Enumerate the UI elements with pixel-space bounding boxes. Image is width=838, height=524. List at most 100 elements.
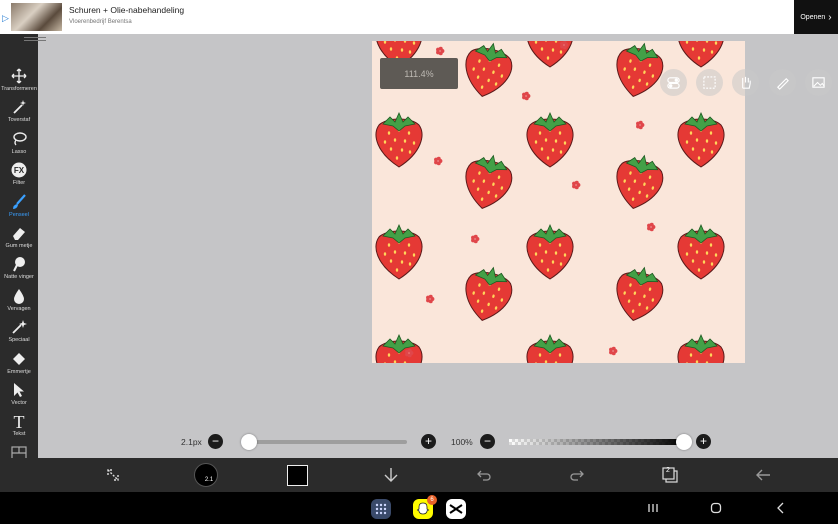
ad-banner[interactable]: ▷ Schuren + Olie-nabehandeling Vloerenbe… (0, 0, 838, 34)
undo-icon (477, 470, 491, 481)
paint-bucket-icon (13, 352, 25, 365)
blur-drop-icon (14, 288, 24, 304)
flower-dot (636, 120, 645, 130)
tool-penseel[interactable]: Penseel (0, 192, 38, 223)
strawberry (616, 266, 664, 321)
chevron-right-icon: › (828, 11, 832, 23)
tool-gum-metje[interactable]: Gum metje (0, 223, 38, 254)
ruler-button[interactable] (769, 69, 796, 96)
strawberry (616, 154, 664, 209)
system-back-icon[interactable] (773, 500, 789, 516)
strawberry (677, 224, 725, 280)
tool-lasso[interactable]: Lasso (0, 129, 38, 160)
tool-vector[interactable]: Vector (0, 380, 38, 411)
transform-selection-button[interactable] (102, 464, 124, 486)
flower-dot (436, 46, 445, 56)
eraser-icon (13, 228, 25, 240)
image-icon (812, 77, 825, 88)
text-icon: T (14, 412, 25, 430)
tool-label: Emmertje (7, 368, 31, 375)
tool-sidebar: Transformeren Toverstaf Lasso FX Filter Pense… (0, 34, 46, 492)
flower-dot (471, 234, 480, 244)
opacity-label: 100% (451, 437, 473, 447)
gallery-button[interactable] (805, 69, 832, 96)
flower-dot (426, 294, 435, 304)
redo-button[interactable] (566, 464, 588, 486)
strawberry (677, 112, 725, 168)
strawberry (375, 224, 423, 280)
cursor-arrow-icon (14, 383, 24, 397)
tool-toverstaf[interactable]: Toverstaf (0, 97, 38, 128)
brush-preview-size: 2.1 (204, 477, 214, 483)
layers-button[interactable]: 2 (659, 464, 681, 486)
tool-label: Toverstaf (7, 117, 31, 124)
drawing-canvas[interactable] (372, 41, 745, 363)
strawberry (375, 112, 423, 168)
drawing-app: Transformeren Toverstaf Lasso FX Filter Pense… (0, 34, 838, 492)
tool-filter[interactable]: FX Filter (0, 160, 38, 191)
brush-size-increase-button[interactable]: + (421, 434, 436, 449)
strawberry (677, 334, 725, 363)
adchoices-icon[interactable]: ▷ (2, 13, 10, 23)
svg-text:FX: FX (14, 166, 25, 175)
strawberry-pattern (375, 41, 725, 363)
recent-apps-icon[interactable] (645, 500, 661, 516)
tool-label: Gum metje (5, 243, 33, 249)
layers-icon (662, 467, 678, 483)
opacity-increase-button[interactable]: + (696, 434, 711, 449)
tool-label: Vervagen (7, 305, 31, 312)
capcut-icon[interactable] (446, 499, 466, 519)
tool-vervagen[interactable]: Vervagen (0, 286, 38, 317)
tool-label: Tekst (12, 431, 26, 438)
strawberry (465, 266, 513, 321)
zoom-indicator: 111.4% (380, 58, 458, 89)
ad-thumbnail[interactable] (11, 3, 62, 31)
pan-button[interactable] (732, 69, 759, 96)
brush-size-thumb[interactable] (241, 434, 258, 450)
back-button[interactable] (752, 464, 774, 486)
tool-tekst[interactable]: T Tekst (0, 411, 38, 442)
download-button[interactable] (380, 464, 402, 486)
brush-size-slider[interactable] (241, 440, 407, 444)
tool-transformeren[interactable]: Transformeren (0, 66, 38, 97)
tool-speciaal[interactable]: Speciaal (0, 317, 38, 348)
tool-label: Lasso (11, 148, 27, 155)
ad-open-label: Openen (800, 13, 826, 21)
rotate-selection-icon (107, 469, 119, 481)
flower-dot (609, 346, 618, 356)
opacity-thumb[interactable] (676, 434, 692, 450)
brush-size-decrease-button[interactable]: − (208, 434, 223, 449)
snapchat-badge: 6 (427, 495, 437, 505)
brush-preview-button[interactable]: 2.1 (194, 463, 218, 487)
lasso-icon (13, 132, 27, 146)
smudge-finger-icon (13, 257, 25, 272)
bottom-toolbar: 2.1 2 (0, 458, 838, 492)
opacity-slider[interactable] (509, 439, 684, 445)
fx-icon: FX (11, 162, 27, 178)
ad-open-button[interactable]: Openen › (794, 0, 838, 34)
system-navigation-bar: 6 (0, 492, 838, 524)
snapchat-icon[interactable]: 6 (413, 495, 437, 519)
tool-emmertje[interactable]: Emmertje (0, 349, 38, 380)
toggle-settings-button[interactable] (660, 69, 687, 96)
hand-icon (742, 76, 751, 89)
special-wand-icon (12, 320, 27, 334)
brush-icon (13, 193, 26, 209)
app-drawer-icon[interactable] (371, 499, 391, 519)
color-swatch-button[interactable] (287, 465, 308, 486)
strawberry (526, 112, 574, 168)
tool-label: Penseel (9, 211, 29, 218)
tool-label: Filter (12, 180, 26, 187)
selection-button[interactable] (696, 69, 723, 96)
brush-size-label: 2.1px (181, 437, 202, 447)
pencil-ruler-icon (777, 77, 789, 90)
tool-natte-vinger[interactable]: Natte vinger (0, 254, 38, 285)
strawberry (375, 334, 423, 363)
collapse-handle-icon[interactable] (24, 37, 46, 41)
ad-title[interactable]: Schuren + Olie-nabehandeling (69, 5, 184, 15)
undo-button[interactable] (473, 464, 495, 486)
home-icon[interactable] (708, 500, 724, 516)
strawberry (465, 42, 513, 97)
arrow-left-icon (756, 469, 770, 481)
opacity-decrease-button[interactable]: − (480, 434, 495, 449)
